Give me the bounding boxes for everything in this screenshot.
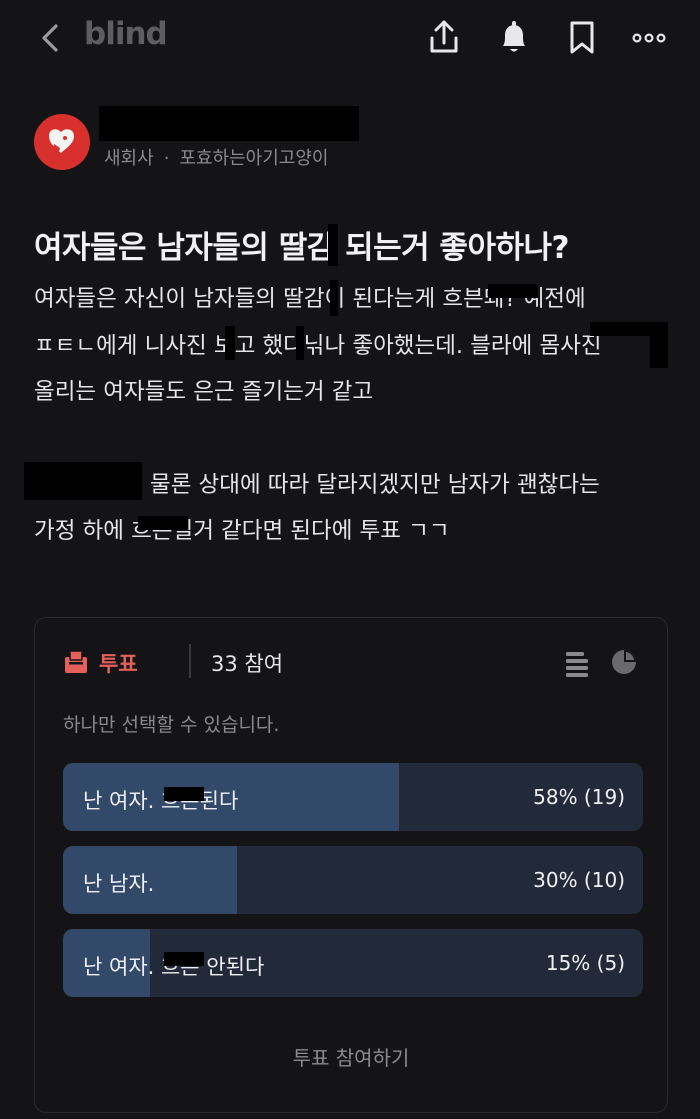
- censor-mark: [138, 516, 188, 530]
- poll-option[interactable]: 난 여자. 흐븐 안된다 15% (5): [63, 929, 643, 997]
- poll-option-label: 난 여자. 흐븐된다: [83, 789, 239, 813]
- post-body-line: ㅍㅌㄴ에게 니사진 보고 했다닊나 좋아했는데. 블라에 몸사진: [34, 333, 602, 359]
- vote-button[interactable]: 투표 참여하기: [35, 1042, 667, 1071]
- censor-mark: [590, 322, 656, 336]
- post-title: 여자들은 남자들의 딸감 되는거 좋아하나?: [34, 230, 570, 266]
- censor-mark: [164, 952, 204, 966]
- pie-chart-icon: [612, 650, 636, 674]
- censor-mark: [650, 322, 668, 368]
- participant-count: 33 참여: [211, 652, 284, 676]
- notification-button[interactable]: [494, 16, 534, 60]
- list-view-icon: [566, 652, 588, 677]
- post-body-line: 물론 상대에 따라 달라지겠지만 남자가 괜찮다는: [150, 472, 600, 498]
- poll-option-percent: 15% (5): [545, 951, 625, 975]
- ballot-box-icon: [65, 650, 87, 673]
- censor-mark: [488, 284, 538, 298]
- poll-hint: 하나만 선택할 수 있습니다.: [63, 714, 280, 736]
- share-icon: [430, 20, 458, 53]
- bell-icon: [503, 21, 525, 52]
- author-meta: 새회사 · 포효하는아기고양이: [104, 144, 328, 170]
- author-row: 새회사 · 포효하는아기고양이: [34, 106, 674, 180]
- redacted-name: [99, 106, 359, 141]
- censor-mark: [330, 280, 338, 316]
- redacted-text: [24, 462, 142, 500]
- share-button[interactable]: [424, 16, 464, 60]
- bookmark-button[interactable]: [562, 16, 602, 60]
- header-divider: [189, 644, 191, 678]
- bookmark-icon: [570, 21, 594, 54]
- poll-card: 투표 33 참여 하나만 선택할 수 있습니다. 난 여자. 흐븐된다 58% …: [34, 617, 668, 1113]
- post-body-line: 가정 하에 흐븐될거 같다면 된다에 투표 ㄱㄱ: [34, 518, 450, 544]
- poll-label: 투표: [99, 652, 138, 676]
- censor-mark: [164, 787, 204, 801]
- more-button[interactable]: [630, 16, 670, 60]
- post-body-line: 올리는 여자들도 은근 즐기는거 같고: [34, 379, 374, 405]
- poll-option-percent: 58% (19): [533, 785, 625, 809]
- poll-option-label: 난 남자.: [83, 872, 155, 896]
- list-view-button[interactable]: [563, 646, 593, 678]
- censor-mark: [225, 326, 235, 360]
- cat-avatar-icon: [49, 129, 74, 154]
- company-name[interactable]: 새회사: [104, 148, 154, 169]
- poll-option[interactable]: 난 여자. 흐븐된다 58% (19): [63, 763, 643, 831]
- nickname[interactable]: 포효하는아기고양이: [179, 148, 328, 169]
- back-chevron-icon: [42, 24, 58, 52]
- meta-separator: ·: [163, 148, 170, 169]
- censor-mark: [328, 224, 338, 266]
- top-bar: blind: [0, 0, 700, 76]
- more-icon: [632, 33, 666, 43]
- back-button[interactable]: [34, 18, 68, 58]
- poll-option[interactable]: 난 남자. 30% (10): [63, 846, 643, 914]
- poll-option-percent: 30% (10): [533, 868, 625, 892]
- app-logo: blind: [84, 16, 168, 52]
- pie-view-button[interactable]: [609, 646, 639, 678]
- avatar[interactable]: [34, 114, 90, 170]
- poll-header: 투표 33 참여: [63, 644, 643, 680]
- censor-mark: [296, 326, 304, 360]
